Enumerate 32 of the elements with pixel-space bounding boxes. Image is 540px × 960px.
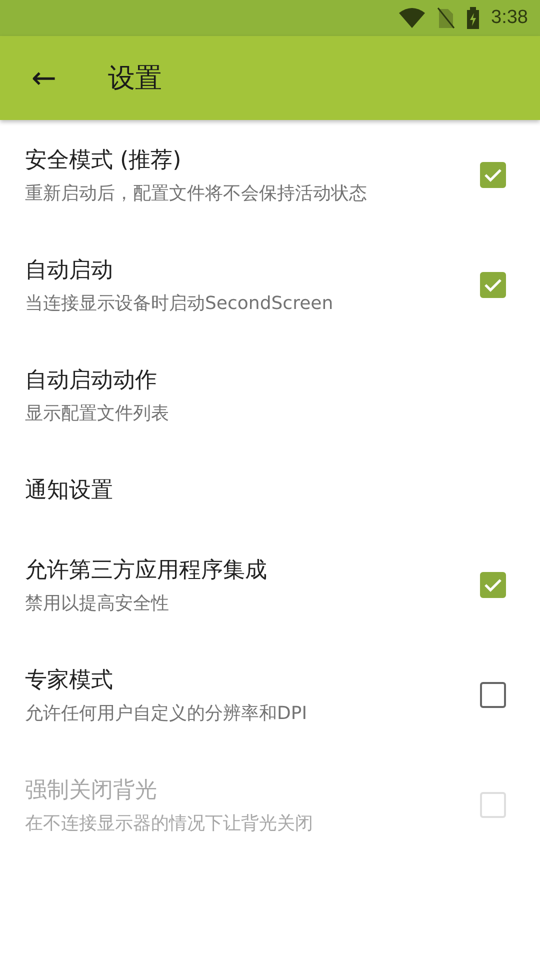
no-sim-icon	[437, 7, 456, 29]
setting-row[interactable]: 安全模式 (推荐) 重新启动后，配置文件将不会保持活动状态	[0, 120, 540, 230]
setting-row[interactable]: 专家模式 允许任何用户自定义的分辨率和DPI	[0, 640, 540, 750]
page-title: 设置	[108, 62, 162, 96]
setting-title: 安全模式 (推荐)	[25, 147, 182, 175]
check-icon	[484, 578, 502, 592]
setting-row[interactable]: 通知设置	[0, 450, 540, 530]
setting-summary: 当连接显示设备时启动SecondScreen	[25, 292, 334, 315]
setting-title: 通知设置	[25, 477, 114, 505]
setting-title: 自动启动动作	[25, 367, 158, 395]
checkbox[interactable]	[480, 272, 506, 298]
checkbox[interactable]	[480, 162, 506, 188]
check-icon	[484, 168, 502, 182]
setting-summary: 允许任何用户自定义的分辨率和DPI	[25, 702, 308, 725]
setting-summary: 显示配置文件列表	[25, 402, 170, 425]
setting-summary: 在不连接显示器的情况下让背光关闭	[25, 812, 314, 835]
setting-title: 允许第三方应用程序集成	[25, 557, 268, 585]
battery-charging-icon	[467, 7, 480, 29]
clock-time: 3:38	[491, 7, 528, 29]
checkbox[interactable]	[480, 572, 506, 598]
back-button[interactable]: ←	[24, 60, 64, 96]
setting-row[interactable]: 自动启动 当连接显示设备时启动SecondScreen	[0, 230, 540, 340]
setting-row[interactable]: 自动启动动作 显示配置文件列表	[0, 340, 540, 450]
setting-title: 强制关闭背光	[25, 777, 158, 805]
checkbox[interactable]	[480, 682, 506, 708]
setting-summary: 禁用以提高安全性	[25, 592, 170, 615]
setting-title: 专家模式	[25, 667, 114, 695]
wifi-icon	[399, 8, 426, 28]
setting-row[interactable]: 允许第三方应用程序集成 禁用以提高安全性	[0, 530, 540, 640]
setting-title: 自动启动	[25, 257, 114, 285]
setting-summary: 重新启动后，配置文件将不会保持活动状态	[25, 182, 368, 205]
check-icon	[484, 278, 502, 292]
